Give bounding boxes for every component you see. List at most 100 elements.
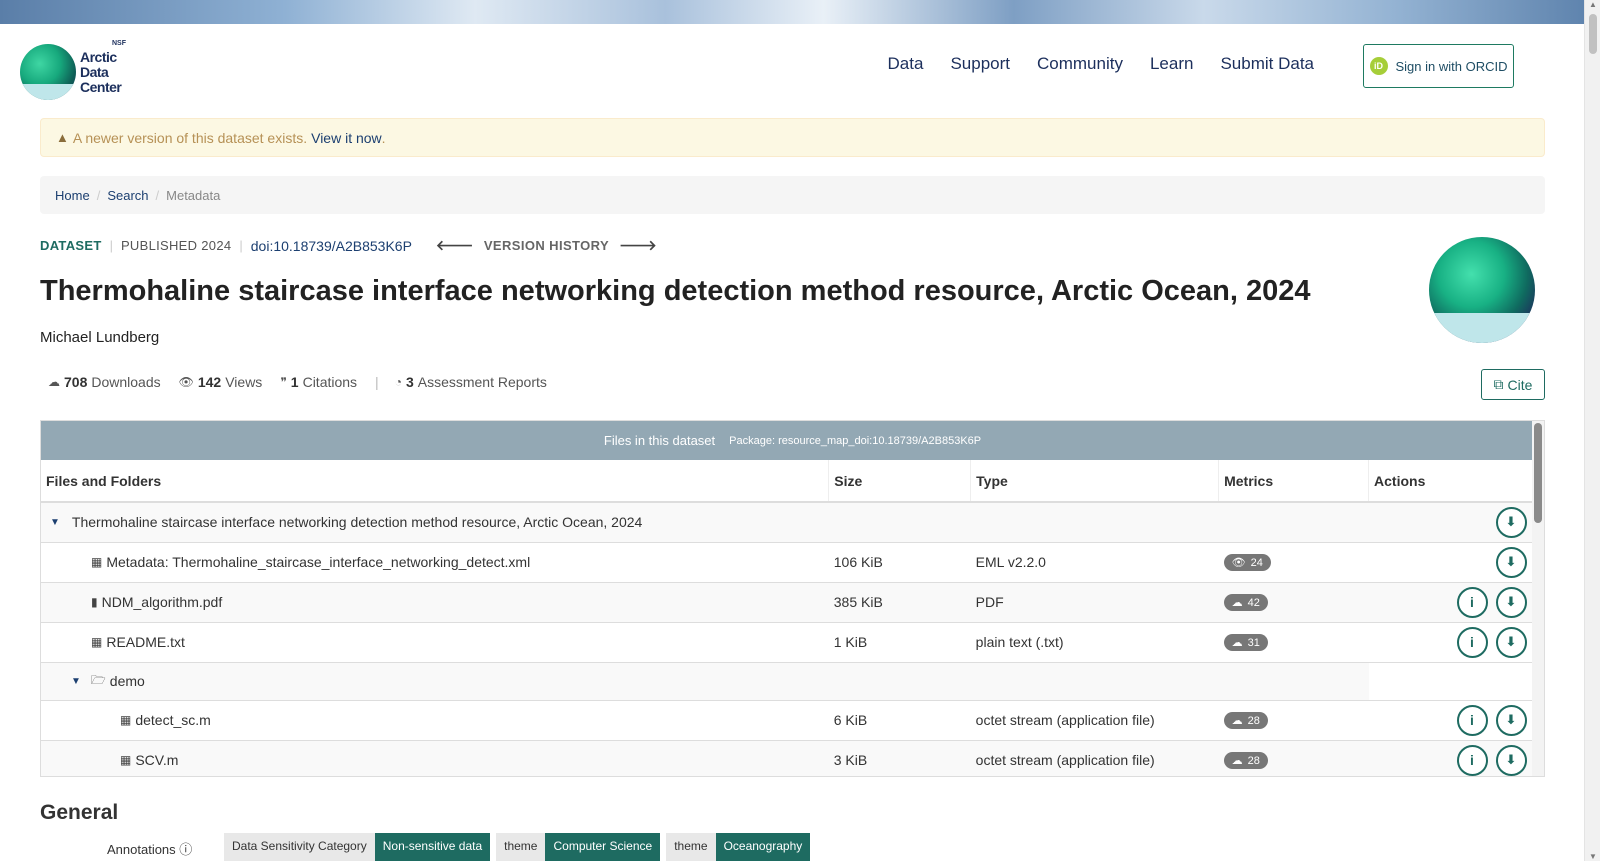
metrics-divider: |: [375, 374, 379, 390]
file-icon: ▮: [91, 595, 98, 609]
nav-item-support[interactable]: Support: [950, 54, 1010, 74]
breadcrumb-home[interactable]: Home: [55, 188, 90, 203]
orcid-label: Sign in with ORCID: [1395, 58, 1508, 74]
arrow-right-icon[interactable]: 🡒: [619, 237, 657, 254]
info-button[interactable]: i: [1456, 626, 1488, 658]
breadcrumb-metadata: Metadata: [166, 187, 221, 203]
orcid-icon: iD: [1369, 57, 1388, 75]
downloads-badge-count: 31: [1247, 636, 1260, 649]
downloads-badge: ☁ 31: [1223, 634, 1268, 651]
views-count: 142: [197, 374, 222, 390]
file-name[interactable]: detect_sc.m: [135, 712, 210, 728]
download-button[interactable]: ⬇: [1495, 586, 1527, 618]
annotation-value: Non-sensitive data: [374, 833, 491, 861]
table-row: ▼ 🗁 demo: [41, 662, 1533, 701]
downloads-badge-count: 28: [1247, 714, 1260, 727]
logo-nsf-text: NSF: [112, 40, 126, 47]
download-package-button[interactable]: ⬇: [1495, 506, 1527, 538]
scroll-up-icon[interactable]: ▲: [1589, 0, 1597, 9]
version-history: 🡐 VERSION HISTORY 🡒: [436, 237, 657, 254]
copy-icon: ⧉: [1493, 376, 1504, 392]
column-header-files[interactable]: Files and Folders: [41, 460, 830, 503]
general-heading: General: [40, 801, 119, 824]
views-metric[interactable]: 👁 142 Views: [179, 374, 263, 390]
file-name[interactable]: SCV.m: [135, 752, 178, 768]
sign-in-orcid-button[interactable]: iD Sign in with ORCID: [1363, 44, 1514, 88]
download-button[interactable]: ⬇: [1495, 546, 1527, 578]
info-button[interactable]: i: [1456, 744, 1488, 776]
files-scrollbar[interactable]: [1532, 421, 1544, 776]
page-scrollbar[interactable]: ▲ ▼: [1584, 0, 1600, 861]
package-id: Package: resource_map_doi:10.18739/A2B85…: [729, 434, 982, 447]
file-size: 385 KiB: [828, 582, 971, 623]
site-header: NSF Arctic Data Center Data Support Comm…: [0, 24, 1584, 116]
downloads-badge: ☁ 28: [1223, 752, 1268, 769]
dashboard-icon: ◔: [394, 375, 402, 389]
download-button[interactable]: ⬇: [1495, 704, 1527, 736]
eye-icon: 👁: [1231, 557, 1246, 569]
file-type: octet stream (application file): [970, 740, 1219, 776]
doi-link[interactable]: doi:10.18739/A2B853K6P: [251, 238, 412, 254]
file-name[interactable]: Metadata: Thermohaline_staircase_interfa…: [106, 554, 530, 570]
cloud-download-icon: ☁: [48, 375, 60, 389]
files-header: Files in this dataset Package: resource_…: [41, 421, 1544, 460]
info-circle-icon[interactable]: ⓘ: [179, 842, 192, 857]
files-table: Files and Folders Size Type Metrics Acti…: [41, 460, 1533, 776]
nav-item-learn[interactable]: Learn: [1150, 54, 1193, 74]
table-header-row: Files and Folders Size Type Metrics Acti…: [41, 460, 1533, 503]
download-button[interactable]: ⬇: [1495, 626, 1527, 658]
file-name[interactable]: NDM_algorithm.pdf: [102, 594, 223, 610]
cloud-download-icon: ☁: [1231, 715, 1243, 727]
annotation-tag[interactable]: theme Oceanography: [666, 833, 811, 861]
download-button[interactable]: ⬇: [1495, 744, 1527, 776]
logo-wordmark: Arctic Data Center: [80, 49, 122, 95]
view-newer-version-link[interactable]: View it now: [311, 130, 382, 146]
info-button[interactable]: i: [1456, 586, 1488, 618]
assessment-metric[interactable]: ◔ 3 Assessment Reports: [395, 374, 547, 390]
views-label: Views: [225, 374, 263, 390]
column-header-metrics[interactable]: Metrics: [1218, 460, 1370, 503]
breadcrumb-search[interactable]: Search: [107, 188, 148, 203]
arrow-left-icon[interactable]: 🡐: [436, 237, 474, 254]
scroll-down-icon[interactable]: ▼: [1589, 852, 1597, 861]
breadcrumb-separator: /: [96, 187, 101, 203]
nav-item-submit-data[interactable]: Submit Data: [1220, 54, 1314, 74]
logo-icon: [20, 44, 76, 100]
downloads-metric[interactable]: ☁ 708 Downloads: [48, 374, 161, 390]
alert-suffix: .: [381, 129, 386, 146]
column-header-type[interactable]: Type: [970, 460, 1220, 503]
logo-line-1: Arctic: [80, 49, 117, 65]
arctic-data-center-logo[interactable]: NSF Arctic Data Center: [20, 40, 130, 100]
folder-open-icon: 🗁: [90, 672, 106, 687]
file-type: octet stream (application file): [970, 700, 1219, 741]
annotation-tag[interactable]: Data Sensitivity Category Non-sensitive …: [224, 833, 491, 861]
page-scrollbar-thumb[interactable]: [1589, 14, 1597, 54]
downloads-label: Downloads: [91, 374, 161, 390]
assessment-count: 3: [405, 374, 414, 390]
caret-down-icon[interactable]: ▼: [50, 517, 60, 528]
files-scrollbar-thumb[interactable]: [1534, 423, 1542, 523]
nav-item-data[interactable]: Data: [888, 54, 924, 74]
file-type: EML v2.2.0: [970, 542, 1219, 583]
dataset-author[interactable]: Michael Lundberg: [40, 329, 159, 346]
eye-icon: 👁: [178, 375, 194, 389]
cite-button[interactable]: ⧉ Cite: [1481, 369, 1545, 400]
breadcrumb: Home / Search / Metadata: [40, 176, 1545, 214]
table-row: ▦ SCV.m 3 KiB octet stream (application …: [41, 740, 1533, 776]
citations-metric[interactable]: ❞ 1 Citations: [280, 374, 357, 390]
annotation-key: Data Sensitivity Category: [224, 833, 375, 861]
warning-icon: ▲: [56, 130, 69, 145]
file-name[interactable]: README.txt: [106, 634, 185, 650]
annotation-tag[interactable]: theme Computer Science: [496, 833, 661, 861]
logo-line-3: Center: [80, 79, 122, 95]
nav-item-community[interactable]: Community: [1037, 54, 1123, 74]
folder-name[interactable]: demo: [110, 673, 145, 689]
breadcrumb-separator: /: [155, 187, 160, 203]
newer-version-alert: ▲ A newer version of this dataset exists…: [40, 118, 1545, 157]
info-button[interactable]: i: [1456, 704, 1488, 736]
downloads-badge: ☁ 42: [1223, 594, 1268, 611]
caret-down-icon[interactable]: ▼: [71, 676, 81, 687]
column-header-size[interactable]: Size: [828, 460, 972, 503]
file-type: plain text (.txt): [970, 622, 1219, 663]
table-row: ▦ detect_sc.m 6 KiB octet stream (applic…: [41, 700, 1533, 741]
